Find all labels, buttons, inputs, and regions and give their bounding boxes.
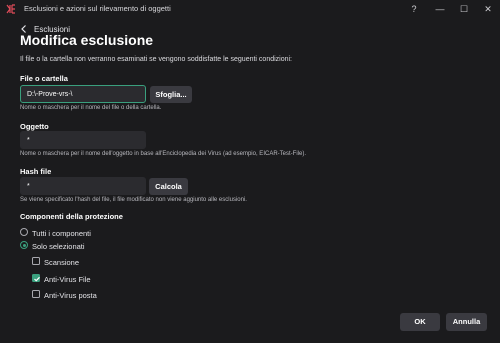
- title-bar: Esclusioni e azioni sul rilevamento di o…: [0, 0, 500, 18]
- checkbox-scan-label: Scansione: [44, 258, 80, 267]
- checkbox-file-antivirus[interactable]: [32, 274, 40, 282]
- ok-button[interactable]: OK: [400, 313, 440, 331]
- kaspersky-app-icon: [6, 4, 16, 14]
- object-input[interactable]: *: [20, 131, 146, 149]
- hash-input[interactable]: *: [20, 177, 146, 195]
- page-title: Modifica esclusione: [20, 32, 154, 48]
- compute-button[interactable]: Calcola: [149, 178, 188, 195]
- checkbox-scan[interactable]: [32, 257, 40, 265]
- help-button[interactable]: ?: [402, 2, 426, 16]
- maximize-button[interactable]: ☐: [452, 2, 476, 16]
- page-description: Il file o la cartella non verranno esami…: [20, 56, 292, 63]
- object-label: Oggetto: [20, 122, 49, 131]
- close-button[interactable]: ✕: [476, 2, 500, 16]
- browse-button[interactable]: Sfoglia...: [150, 86, 192, 103]
- hash-hint: Se viene specificato l'hash del file, il…: [20, 197, 247, 203]
- cancel-button[interactable]: Annulla: [446, 313, 487, 331]
- components-label: Componenti della protezione: [20, 212, 123, 221]
- checkmark-icon: [34, 276, 40, 282]
- object-hint: Nome o maschera per il nome dell'oggetto…: [20, 151, 306, 157]
- file-folder-label: File o cartella: [20, 74, 68, 83]
- radio-only-selected-label: Solo selezionati: [32, 242, 85, 251]
- file-folder-input[interactable]: D:\-Prove-vrs-\: [20, 85, 146, 103]
- minimize-button[interactable]: —: [428, 2, 452, 16]
- checkbox-mail-antivirus-label: Anti-Virus posta: [44, 291, 97, 300]
- radio-all-components[interactable]: [20, 228, 28, 236]
- hash-label: Hash file: [20, 167, 52, 176]
- file-folder-hint: Nome o maschera per il nome del file o d…: [20, 105, 162, 111]
- checkbox-file-antivirus-label: Anti-Virus File: [44, 275, 91, 284]
- radio-only-selected[interactable]: [20, 241, 28, 249]
- radio-all-components-label: Tutti i componenti: [32, 229, 91, 238]
- window-title: Esclusioni e azioni sul rilevamento di o…: [24, 4, 171, 13]
- checkbox-mail-antivirus[interactable]: [32, 290, 40, 298]
